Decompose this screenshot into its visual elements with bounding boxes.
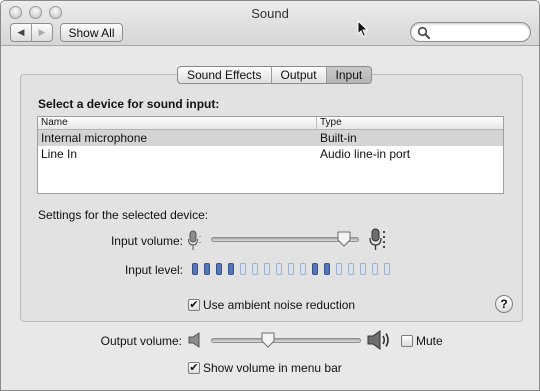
help-button[interactable]: ? [495, 295, 513, 313]
level-segment [204, 263, 210, 275]
sound-preferences-window: Sound ◀ ▶ Show All Sound Effects Output … [0, 0, 540, 391]
back-arrow-icon: ◀ [17, 27, 25, 37]
microphone-low-icon [188, 230, 201, 250]
microphone-high-icon [369, 228, 385, 250]
ambient-noise-checkbox[interactable]: ✔ [188, 299, 200, 311]
level-segment [324, 263, 330, 275]
level-segment [372, 263, 378, 275]
level-segment [336, 263, 342, 275]
search-field[interactable] [410, 22, 531, 42]
input-volume-label: Input volume: [110, 234, 183, 248]
show-all-button[interactable]: Show All [60, 23, 123, 42]
level-segment [348, 263, 354, 275]
input-level-label: Input level: [124, 263, 183, 277]
back-button[interactable]: ◀ [11, 24, 31, 41]
show-volume-menu-bar-label: Show volume in menu bar [203, 361, 342, 375]
column-header-type[interactable]: Type [317, 117, 342, 129]
input-volume-knob[interactable] [337, 231, 351, 247]
level-segment [228, 263, 234, 275]
mute-label: Mute [416, 334, 443, 348]
level-segment [276, 263, 282, 275]
column-header-name[interactable]: Name [38, 117, 317, 129]
device-type: Audio line-in port [320, 147, 411, 161]
table-row[interactable]: Line In Audio line-in port [38, 146, 503, 162]
table-header: Name Type [38, 117, 503, 130]
level-segment [264, 263, 270, 275]
tab-bar: Sound Effects Output Input [177, 66, 373, 84]
ambient-noise-label: Use ambient noise reduction [203, 298, 356, 312]
input-device-table: Name Type Internal microphone Built-in L… [37, 116, 504, 194]
device-section-title: Select a device for sound input: [38, 97, 220, 111]
level-segment [360, 263, 366, 275]
device-name: Line In [41, 147, 78, 161]
level-segment [288, 263, 294, 275]
output-volume-knob[interactable] [261, 332, 275, 348]
window-title: Sound [251, 6, 289, 21]
device-type: Built-in [320, 131, 357, 145]
tab-input[interactable]: Input [325, 67, 372, 83]
level-segment [240, 263, 246, 275]
mouse-pointer-icon [357, 20, 369, 38]
search-icon [417, 26, 430, 39]
speaker-low-icon [188, 332, 200, 348]
tab-sound-effects[interactable]: Sound Effects [178, 67, 270, 83]
level-segment [252, 263, 258, 275]
device-name: Internal microphone [41, 131, 148, 145]
level-segment [192, 263, 198, 275]
settings-label: Settings for the selected device: [38, 208, 209, 222]
input-panel [20, 74, 523, 322]
table-row[interactable]: Internal microphone Built-in [38, 130, 503, 146]
forward-arrow-icon: ▶ [38, 27, 46, 37]
level-segment [384, 263, 390, 275]
tab-output[interactable]: Output [270, 67, 326, 83]
back-forward-control: ◀ ▶ [10, 23, 53, 42]
level-segment [312, 263, 318, 275]
output-volume-label: Output volume: [100, 334, 182, 348]
input-level-meter [192, 263, 390, 275]
forward-button[interactable]: ▶ [31, 24, 52, 41]
output-volume-track[interactable] [211, 338, 361, 343]
speaker-high-icon [367, 330, 389, 350]
title-bar: Sound ◀ ▶ Show All [1, 1, 539, 46]
show-volume-menu-bar-checkbox[interactable]: ✔ [188, 362, 200, 374]
mute-checkbox[interactable] [401, 335, 413, 347]
search-input[interactable] [433, 25, 523, 39]
level-segment [300, 263, 306, 275]
level-segment [216, 263, 222, 275]
